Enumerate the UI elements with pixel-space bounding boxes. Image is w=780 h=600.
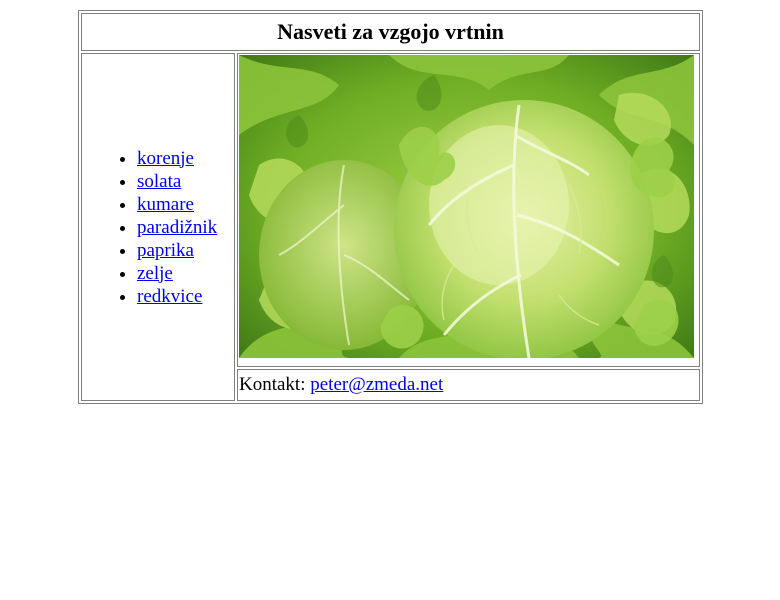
nav-link-redkvice[interactable]: redkvice [137, 286, 202, 307]
page-layout-table: Nasveti za vzgojo vrtnin korenje solata … [78, 10, 703, 404]
nav-link-paradiznik[interactable]: paradižnik [137, 217, 217, 238]
vegetable-nav: korenje solata kumare paradižnik paprika… [81, 53, 235, 401]
list-item: solata [137, 170, 233, 193]
contact-cell: Kontakt: peter@zmeda.net [237, 369, 700, 401]
nav-link-zelje[interactable]: zelje [137, 263, 173, 284]
page-title: Nasveti za vzgojo vrtnin [81, 13, 700, 51]
nav-link-kumare[interactable]: kumare [137, 194, 194, 215]
nav-link-paprika[interactable]: paprika [137, 240, 194, 261]
nav-link-solata[interactable]: solata [137, 171, 181, 192]
vegetable-list: korenje solata kumare paradižnik paprika… [83, 147, 233, 308]
contact-email-link[interactable]: peter@zmeda.net [310, 374, 443, 395]
list-item: paprika [137, 239, 233, 262]
image-cell [237, 53, 700, 367]
list-item: redkvice [137, 285, 233, 308]
list-item: zelje [137, 262, 233, 285]
nav-link-korenje[interactable]: korenje [137, 148, 194, 169]
contact-label: Kontakt: [239, 374, 306, 395]
list-item: kumare [137, 193, 233, 216]
list-item: korenje [137, 147, 233, 170]
lettuce-photo [239, 55, 694, 358]
list-item: paradižnik [137, 216, 233, 239]
